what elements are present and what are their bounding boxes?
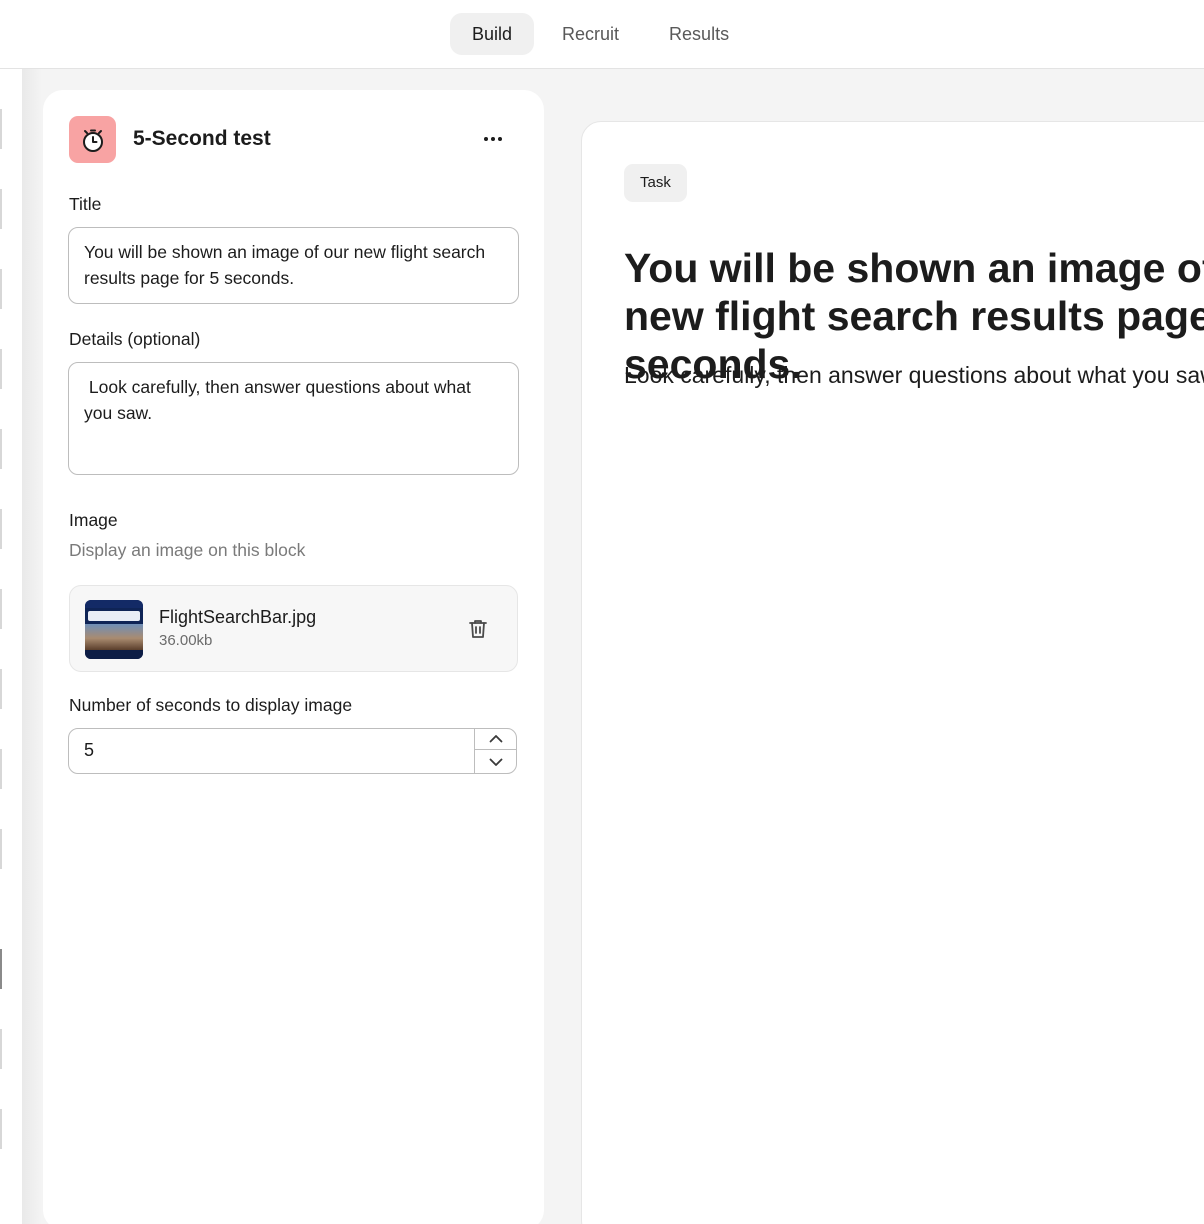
image-file-card: FlightSearchBar.jpg 36.00kb: [69, 585, 518, 672]
strip-divider: [0, 509, 2, 549]
stepper-buttons: [474, 728, 517, 774]
decrement-button[interactable]: [475, 751, 517, 773]
more-dot: [498, 137, 502, 141]
strip-divider: [0, 669, 2, 709]
block-editor-panel: 5-Second test Title You will be shown an…: [43, 90, 544, 1224]
seconds-input[interactable]: [69, 729, 474, 772]
chevron-up-icon: [489, 735, 503, 743]
seconds-stepper: [68, 728, 517, 774]
preview-details: Look carefully, then answer questions ab…: [624, 362, 1204, 388]
thumbnail-search-bar: [88, 611, 140, 621]
strip-divider: [0, 749, 2, 789]
block-type-title: 5-Second test: [133, 127, 271, 150]
more-dot: [491, 137, 495, 141]
details-field[interactable]: Look carefully, then answer questions ab…: [68, 362, 519, 475]
trash-icon: [469, 620, 487, 638]
more-options-button[interactable]: [477, 126, 509, 152]
strip-divider: [0, 1029, 2, 1069]
thumbnail-footer: [85, 650, 143, 659]
delete-image-button[interactable]: [466, 617, 490, 641]
thumbnail-photo: [85, 624, 143, 650]
task-chip: Task: [624, 164, 687, 202]
strip-shadow: [22, 69, 42, 1224]
strip-divider: [0, 109, 2, 149]
title-field[interactable]: You will be shown an image of our new fl…: [68, 227, 519, 304]
top-bar: Build Recruit Results: [0, 0, 1204, 69]
strip-divider-active: [0, 949, 2, 989]
increment-button[interactable]: [475, 728, 517, 750]
chevron-down-icon: [489, 758, 503, 766]
seconds-label: Number of seconds to display image: [69, 695, 353, 715]
file-name: FlightSearchBar.jpg: [159, 607, 317, 627]
strip-divider: [0, 189, 2, 229]
strip-divider: [0, 269, 2, 309]
strip-divider: [0, 829, 2, 869]
strip-divider: [0, 429, 2, 469]
strip-divider: [0, 1109, 2, 1149]
more-dot: [484, 137, 488, 141]
image-hint: Display an image on this block: [69, 540, 306, 560]
tab-results[interactable]: Results: [647, 13, 751, 55]
block-preview: Task You will be shown an image of our n…: [581, 121, 1204, 1224]
details-label: Details (optional): [69, 329, 201, 349]
image-thumbnail[interactable]: [85, 600, 143, 659]
stopwatch-icon: [82, 129, 103, 152]
nav-tabs: Build Recruit Results: [450, 13, 751, 55]
title-label: Title: [69, 194, 102, 214]
image-label: Image: [69, 510, 118, 530]
thumbnail-header: [85, 600, 143, 608]
block-list-strip: [0, 69, 22, 1224]
file-size: 36.00kb: [159, 632, 213, 649]
tab-build[interactable]: Build: [450, 13, 535, 55]
tab-recruit[interactable]: Recruit: [540, 13, 641, 55]
block-type-icon: [69, 116, 116, 163]
strip-divider: [0, 589, 2, 629]
strip-divider: [0, 349, 2, 389]
